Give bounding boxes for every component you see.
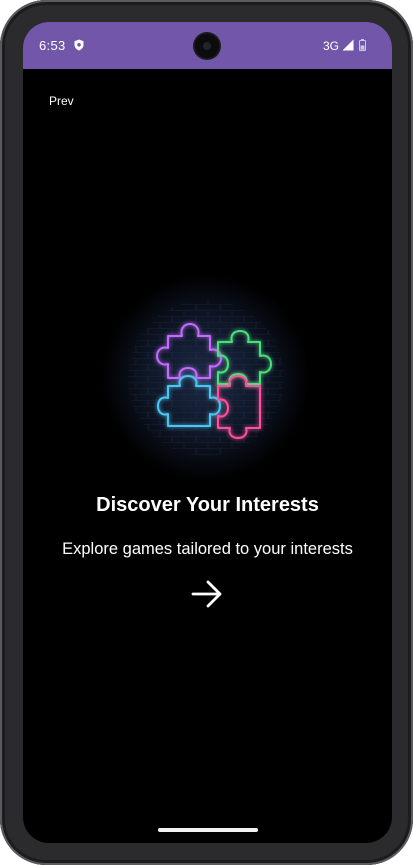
network-type: 3G — [323, 39, 340, 53]
battery-icon — [359, 39, 366, 51]
phone-frame: 6:53 3G Prev Discover Your Interests Exp… — [0, 0, 413, 865]
prev-button[interactable]: Prev — [49, 94, 74, 108]
neon-puzzle-pieces-icon — [102, 274, 310, 482]
app-screen: 6:53 3G Prev Discover Your Interests Exp… — [23, 22, 392, 843]
shield-icon — [74, 39, 84, 51]
onboarding-title: Discover Your Interests — [96, 494, 319, 516]
signal-icon — [342, 39, 354, 51]
status-time: 6:53 — [39, 38, 66, 53]
arrow-right-icon[interactable] — [191, 579, 223, 609]
front-camera — [195, 34, 219, 58]
onboarding-subtitle: Explore games tailored to your interests — [62, 540, 353, 558]
home-indicator[interactable] — [158, 828, 258, 832]
status-bar: 6:53 3G — [23, 22, 392, 69]
